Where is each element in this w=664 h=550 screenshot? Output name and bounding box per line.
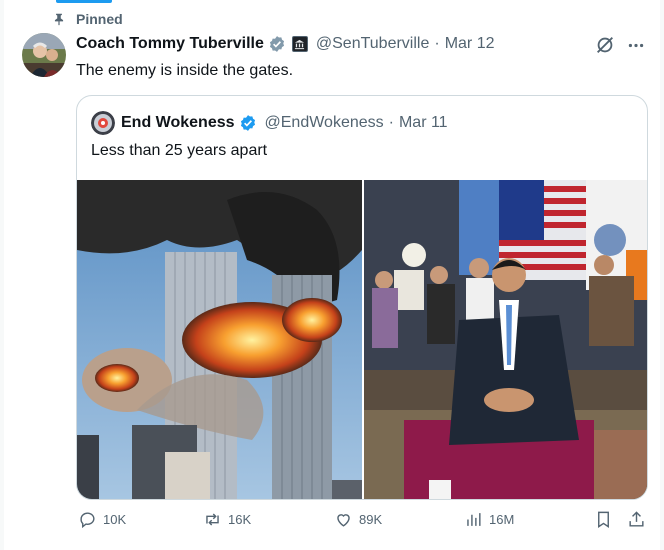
quote-verified-badge-icon[interactable] — [239, 114, 257, 132]
like-button[interactable]: 89K — [334, 510, 382, 529]
repost-count: 16K — [228, 512, 252, 527]
government-badge-icon[interactable] — [291, 36, 308, 52]
quote-author-avatar[interactable] — [91, 111, 115, 135]
like-icon — [337, 514, 350, 527]
author-handle[interactable]: @SenTuberville — [316, 35, 429, 53]
reply-button[interactable]: 10K — [78, 510, 126, 529]
pin-icon — [52, 12, 66, 26]
quoted-tweet[interactable]: End Wokeness @EndWokeness · Mar 11 Less … — [76, 95, 648, 500]
quote-image-towers[interactable] — [77, 180, 362, 499]
like-count: 89K — [359, 512, 383, 527]
repost-button[interactable]: 16K — [203, 510, 251, 529]
repost-icon — [206, 513, 219, 526]
pinned-label: Pinned — [76, 11, 123, 27]
tweet-text: The enemy is inside the gates. — [76, 62, 294, 79]
views-count: 16M — [489, 512, 515, 527]
quote-date[interactable]: Mar 11 — [399, 114, 448, 132]
tweet-card[interactable]: Pinned Coach Tommy Tuberville @SenTuberv… — [4, 0, 660, 550]
tweet-header: Coach Tommy Tuberville @SenTuberville · … — [76, 35, 495, 53]
grok-icon[interactable] — [594, 34, 616, 56]
quote-media — [77, 180, 647, 499]
quote-header: End Wokeness @EndWokeness · Mar 11 — [91, 111, 448, 135]
bookmark-icon — [598, 511, 609, 528]
quote-author-handle[interactable]: @EndWokeness — [265, 114, 384, 132]
bookmark-button[interactable] — [594, 510, 613, 529]
quote-text: Less than 25 years apart — [91, 142, 268, 159]
author-avatar[interactable] — [22, 33, 66, 77]
views-button[interactable]: 16M — [464, 510, 514, 529]
quote-author-name[interactable]: End Wokeness — [121, 114, 235, 132]
reply-icon — [80, 512, 95, 529]
tab-indicator — [56, 0, 112, 3]
reply-count: 10K — [103, 512, 127, 527]
share-icon — [629, 511, 644, 527]
tweet-date[interactable]: Mar 12 — [445, 35, 495, 53]
quote-separator-dot: · — [388, 114, 394, 131]
author-name[interactable]: Coach Tommy Tuberville — [76, 35, 264, 53]
pinned-indicator: Pinned — [52, 11, 123, 27]
share-button[interactable] — [627, 510, 646, 529]
separator-dot: · — [434, 35, 440, 52]
quote-image-gathering[interactable] — [364, 180, 647, 499]
verified-badge-icon[interactable] — [268, 35, 286, 53]
more-icon[interactable] — [626, 36, 646, 54]
views-icon — [467, 513, 481, 526]
action-bar: 10K 16K 89K 16M — [72, 510, 652, 536]
